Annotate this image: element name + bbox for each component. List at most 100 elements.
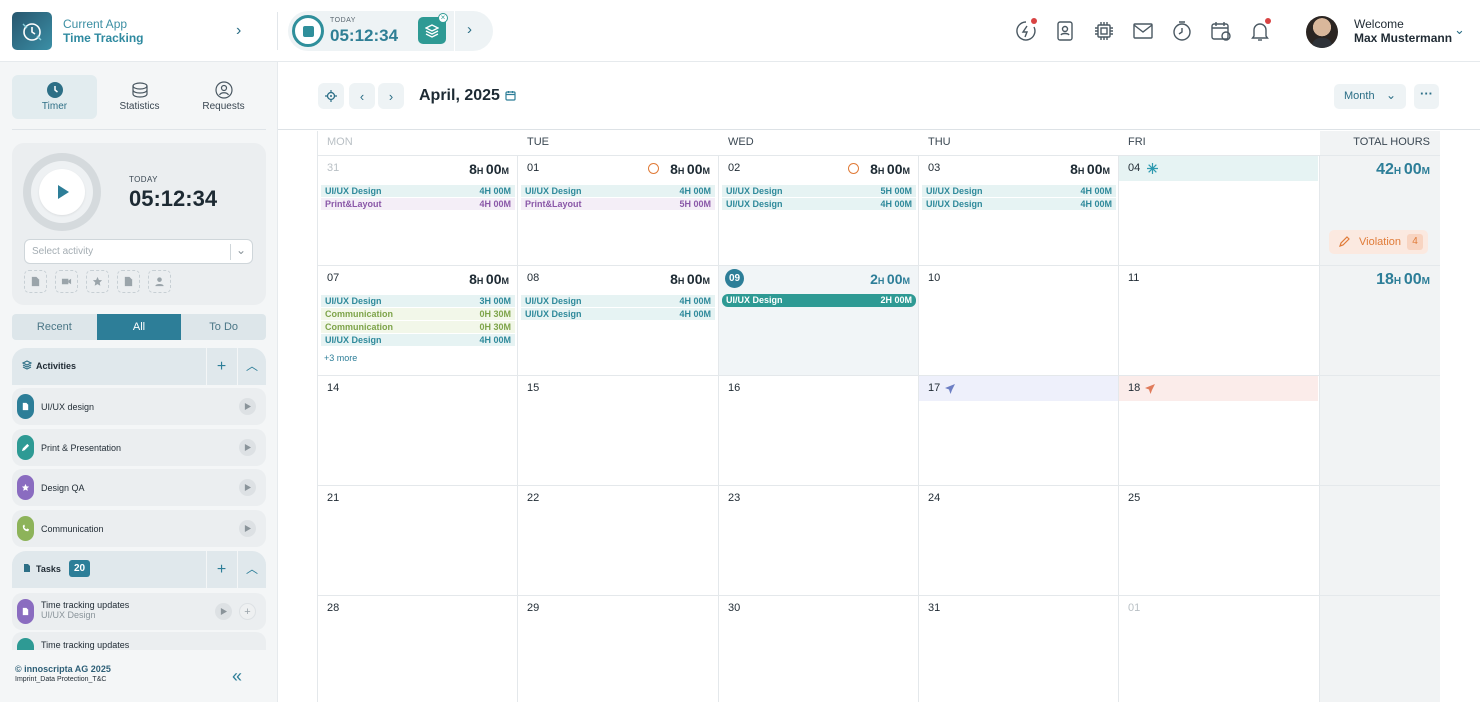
filter-recent[interactable]: Recent: [12, 314, 97, 340]
play-activity-button[interactable]: [239, 398, 256, 415]
prev-month-button[interactable]: ‹: [349, 83, 375, 109]
collapse-activities-button[interactable]: ︿: [237, 348, 266, 385]
day-cell[interactable]: 21: [318, 486, 518, 596]
person-icon[interactable]: [148, 270, 171, 293]
play-activity-button[interactable]: [239, 519, 256, 537]
task-item[interactable]: Time tracking updates: [12, 632, 266, 650]
chip-icon[interactable]: [1090, 16, 1118, 46]
time-entry[interactable]: Communication 0H 30M: [321, 308, 515, 320]
time-entry[interactable]: UI/UX Design 4H 00M: [722, 198, 916, 210]
activity-item-design-qa[interactable]: Design QA: [12, 469, 266, 506]
time-entry[interactable]: UI/UX Design 4H 00M: [922, 185, 1116, 197]
day-cell[interactable]: 04: [1119, 156, 1320, 266]
time-entry[interactable]: Print&Layout 4H 00M: [321, 198, 515, 210]
day-cell[interactable]: 29: [518, 596, 719, 702]
time-entry[interactable]: UI/UX Design 4H 00M: [521, 308, 715, 320]
contacts-icon[interactable]: [1051, 16, 1079, 46]
add-activity-button[interactable]: +: [206, 348, 236, 385]
timer-expand-chevron-icon[interactable]: ›: [467, 21, 472, 38]
activity-item-print-presentation[interactable]: Print & Presentation: [12, 428, 266, 466]
lightning-chat-icon[interactable]: [1012, 16, 1040, 46]
next-month-button[interactable]: ›: [378, 83, 404, 109]
day-cell[interactable]: 22: [518, 486, 719, 596]
play-task-button[interactable]: [215, 603, 232, 620]
user-menu-chevron-icon[interactable]: ⌄: [1454, 22, 1465, 38]
layers-close-icon[interactable]: ×: [438, 13, 448, 23]
time-entry[interactable]: UI/UX Design 4H 00M: [922, 198, 1116, 210]
play-activity-button[interactable]: [239, 438, 256, 456]
day-cell[interactable]: 24: [919, 486, 1119, 596]
day-cell[interactable]: 09 2H 00M UI/UX Design 2H 00M: [719, 266, 919, 376]
day-cell[interactable]: 28: [318, 596, 518, 702]
bell-icon[interactable]: [1246, 16, 1274, 46]
day-cell[interactable]: 16: [719, 376, 919, 486]
filter-all[interactable]: All: [96, 314, 182, 340]
day-cell[interactable]: 31: [919, 596, 1119, 702]
time-entry[interactable]: UI/UX Design 4H 00M: [321, 334, 515, 346]
mail-icon[interactable]: [1129, 16, 1157, 46]
task-item[interactable]: Time tracking updates UI/UX Design +: [12, 593, 266, 630]
time-entry[interactable]: Communication 0H 30M: [321, 321, 515, 333]
document-icon[interactable]: [24, 270, 47, 293]
activity-select[interactable]: Select activity ⌄: [24, 239, 253, 264]
calendar-picker-icon[interactable]: [505, 90, 516, 101]
star-icon[interactable]: [86, 270, 109, 293]
time-entry[interactable]: UI/UX Design 2H 00M: [722, 294, 916, 307]
week-total-hours: 42H 00M: [1376, 161, 1430, 178]
avatar[interactable]: [1306, 16, 1338, 48]
time-entry[interactable]: UI/UX Design 3H 00M: [321, 295, 515, 307]
add-task-button[interactable]: +: [206, 551, 236, 588]
day-cell[interactable]: 07 8H 00M UI/UX Design 3H 00M Communicati…: [318, 266, 518, 376]
time-entry[interactable]: UI/UX Design 5H 00M: [722, 185, 916, 197]
column-header: TOTAL HOURS: [1320, 131, 1440, 155]
more-options-button[interactable]: ···: [1414, 84, 1439, 109]
day-cell[interactable]: 02 8H 00M UI/UX Design 5H 00M UI/UX Desig…: [719, 156, 919, 266]
collapse-tasks-button[interactable]: ︿: [237, 551, 266, 588]
day-cell[interactable]: 14: [318, 376, 518, 486]
file-icon[interactable]: [117, 270, 140, 293]
warning-icon: [848, 163, 859, 174]
video-icon[interactable]: [55, 270, 78, 293]
timer-pill-divider: [454, 11, 455, 51]
time-entry[interactable]: UI/UX Design 4H 00M: [521, 295, 715, 307]
day-cell[interactable]: 08 8H 00M UI/UX Design 4H 00M UI/UX Desig…: [518, 266, 719, 376]
day-cell[interactable]: 25: [1119, 486, 1320, 596]
app-switcher-chevron-icon[interactable]: ›: [236, 22, 252, 40]
collapse-sidebar-icon[interactable]: «: [232, 666, 242, 687]
day-cell[interactable]: 01 8H 00M UI/UX Design 4H 00M Print&Layou…: [518, 156, 719, 266]
start-timer-button[interactable]: [39, 169, 85, 215]
day-cell[interactable]: 23: [719, 486, 919, 596]
day-cell[interactable]: 11: [1119, 266, 1320, 376]
day-cell[interactable]: 30: [719, 596, 919, 702]
stop-timer-button[interactable]: [292, 15, 324, 47]
activity-item-ui-ux-design[interactable]: UI/UX design: [12, 388, 266, 425]
violation-badge[interactable]: Violation 4: [1329, 230, 1428, 254]
add-subtask-button[interactable]: +: [239, 603, 256, 620]
week-total-hours: 18H 00M: [1376, 271, 1430, 288]
play-activity-button[interactable]: [239, 479, 256, 496]
more-entries-link[interactable]: +3 more: [324, 353, 357, 363]
day-cell[interactable]: 10: [919, 266, 1119, 376]
day-cell[interactable]: 17: [919, 376, 1119, 486]
activity-item-communication[interactable]: Communication: [12, 509, 266, 547]
calendar-clock-icon[interactable]: [1207, 16, 1235, 46]
time-entry[interactable]: UI/UX Design 4H 00M: [521, 185, 715, 197]
view-select[interactable]: Month ⌄: [1334, 84, 1406, 109]
day-cell[interactable]: 31 8H 00M UI/UX Design 4H 00M Print&Layou…: [318, 156, 518, 266]
tab-requests[interactable]: Requests: [181, 75, 266, 119]
time-entry[interactable]: UI/UX Design 4H 00M: [321, 185, 515, 197]
day-cell[interactable]: 01: [1119, 596, 1320, 702]
day-cell[interactable]: 03 8H 00M UI/UX Design 4H 00M UI/UX Desig…: [919, 156, 1119, 266]
clock-icon[interactable]: [1168, 16, 1196, 46]
today-button[interactable]: [318, 83, 344, 109]
time-entry[interactable]: Print&Layout 5H 00M: [521, 198, 715, 210]
tab-timer[interactable]: Timer: [12, 75, 97, 119]
activity-label: UI/UX design: [41, 402, 95, 412]
filter-todo[interactable]: To Do: [181, 314, 266, 340]
footer-links[interactable]: Imprint_Data Protection_T&C: [15, 676, 106, 683]
day-cell[interactable]: 15: [518, 376, 719, 486]
tab-statistics[interactable]: Statistics: [97, 75, 182, 119]
app-logo[interactable]: [12, 12, 52, 50]
clock-icon: [46, 82, 63, 98]
day-cell[interactable]: 18: [1119, 376, 1320, 486]
